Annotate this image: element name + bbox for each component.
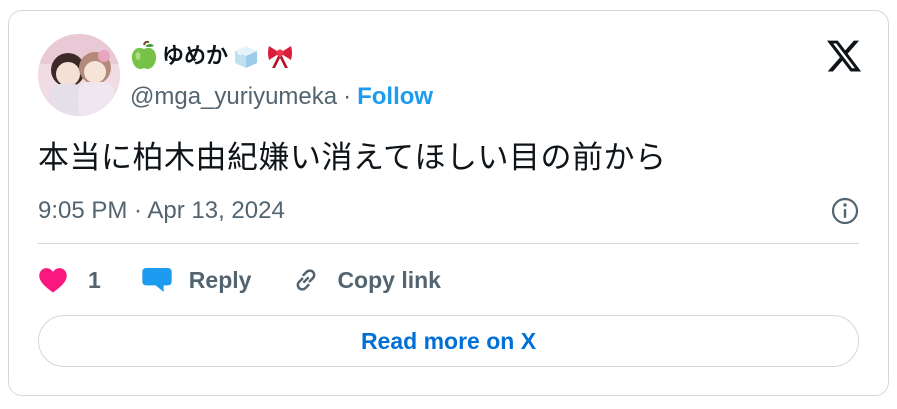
x-logo-icon[interactable] xyxy=(825,37,863,75)
like-button[interactable]: 1 xyxy=(38,260,101,300)
separator-dot: · xyxy=(343,83,352,110)
ribbon-icon xyxy=(266,41,294,71)
like-count: 1 xyxy=(88,267,101,293)
divider xyxy=(38,243,859,244)
author-display-name[interactable]: ゆめか xyxy=(162,39,228,73)
green-apple-icon xyxy=(130,40,158,71)
tweet-text: 本当に柏木由紀嫌い消えてほしい目の前から xyxy=(38,140,667,175)
author-handle-row: @mga_yuriyumeka · Follow xyxy=(130,81,433,113)
avatar[interactable] xyxy=(38,34,120,116)
heart-icon xyxy=(39,268,67,293)
tweet-actions: 1 Reply Copy link xyxy=(38,260,481,300)
reply-label: Reply xyxy=(188,267,252,293)
author-name-row[interactable]: ゆめか xyxy=(130,39,294,73)
embedded-tweet-card: ゆめか @mga_yuriyumeka · Follow 本当に柏木由紀嫌い消え… xyxy=(8,10,889,396)
read-more-label: Read more on X xyxy=(360,327,537,354)
tweet-timestamp[interactable]: 9:05 PM · Apr 13, 2024 xyxy=(38,195,285,227)
speech-bubble-icon xyxy=(142,268,172,292)
avatar-image xyxy=(38,34,120,116)
ice-cube-icon xyxy=(232,41,260,71)
info-icon[interactable] xyxy=(829,195,861,227)
read-more-button[interactable]: Read more on X xyxy=(38,315,859,367)
copy-link-button[interactable]: Copy link xyxy=(291,260,441,300)
copy-link-label: Copy link xyxy=(337,267,441,293)
author-handle[interactable]: @mga_yuriyumeka xyxy=(130,81,337,113)
follow-link[interactable]: Follow xyxy=(357,81,433,113)
reply-button[interactable]: Reply xyxy=(141,260,252,300)
link-icon xyxy=(297,269,316,291)
